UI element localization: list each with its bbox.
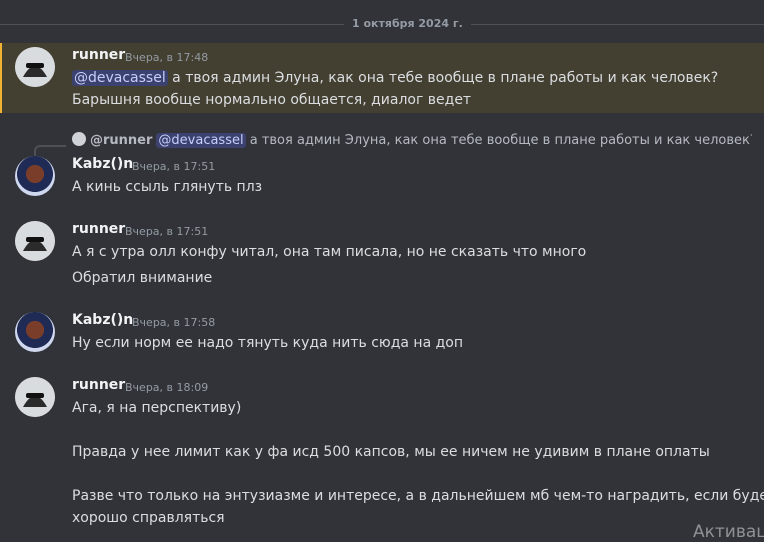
message-4[interactable]: Kabz()n Вчера, в 17:58 Ну если норм ее н…	[0, 308, 764, 356]
reply-mention[interactable]: @devacassel	[156, 133, 246, 148]
timestamp: Вчера, в 17:48	[125, 51, 209, 64]
message-text: А я с утра олл конфу читал, она там писа…	[72, 244, 587, 260]
username[interactable]: runner	[72, 377, 125, 393]
message-text-line-4: хорошо справляться	[72, 510, 225, 526]
reply-preview[interactable]: @runner @devacassel а твоя админ Элуна, к…	[72, 132, 752, 148]
message-text-line-2: Правда у нее лимит как у фа исд 500 капс…	[72, 444, 710, 460]
message-text-line-2: Барышня вообще нормально общается, диало…	[72, 92, 472, 108]
user-mention[interactable]: @devacassel	[72, 70, 168, 86]
timestamp: Вчера, в 18:09	[125, 381, 209, 394]
message-3[interactable]: runner Вчера, в 17:51 А я с утра олл кон…	[0, 216, 764, 288]
message-text: А кинь ссыль глянуть плз	[72, 179, 263, 195]
message-1[interactable]: runner Вчера, в 17:48 @devacassel а твоя…	[0, 43, 764, 113]
message-2[interactable]: Kabz()n Вчера, в 17:51 А кинь ссыль глян…	[0, 150, 764, 200]
message-content: @devacassel а твоя админ Элуна, как она …	[72, 67, 744, 89]
avatar[interactable]	[15, 156, 55, 196]
activation-watermark: Активац	[693, 522, 764, 542]
username[interactable]: Kabz()n	[72, 156, 133, 172]
avatar[interactable]	[15, 377, 55, 417]
avatar[interactable]	[15, 221, 55, 261]
message-text: Ага, я на перспективу)	[72, 400, 242, 416]
timestamp: Вчера, в 17:51	[125, 225, 209, 238]
message-text: а твоя админ Элуна, как она тебе вообще …	[167, 70, 719, 86]
date-divider-label: 1 октября 2024 г.	[344, 17, 471, 30]
reply-author[interactable]: @runner	[90, 133, 152, 148]
message-text-line-2: Обратил внимание	[72, 270, 213, 286]
timestamp: Вчера, в 17:51	[132, 160, 216, 173]
message-text-line-3: Разве что только на энтузиазме и интерес…	[72, 488, 764, 504]
message-5[interactable]: runner Вчера, в 18:09 Ага, я на перспект…	[0, 373, 764, 533]
avatar[interactable]	[15, 312, 55, 352]
date-divider: 1 октября 2024 г.	[0, 15, 764, 33]
username[interactable]: runner	[72, 221, 125, 237]
reply-avatar	[72, 132, 86, 146]
timestamp: Вчера, в 17:58	[132, 316, 216, 329]
message-text: Ну если норм ее надо тянуть куда нить сю…	[72, 335, 463, 351]
username[interactable]: runner	[72, 47, 125, 63]
avatar[interactable]	[15, 47, 55, 87]
reply-text: а твоя админ Элуна, как она тебе вообще …	[249, 133, 752, 148]
username[interactable]: Kabz()n	[72, 312, 133, 328]
